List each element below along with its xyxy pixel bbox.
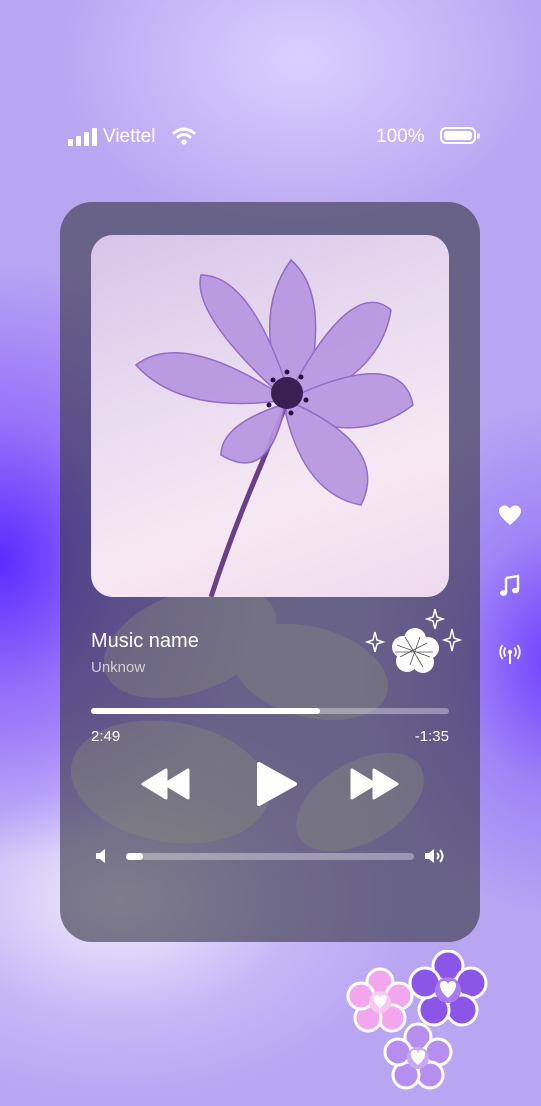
- volume-low-icon: [96, 849, 105, 863]
- artist-name: Unknow: [91, 659, 146, 676]
- fast-forward-icon: [350, 768, 399, 800]
- volume-slider[interactable]: [126, 853, 414, 860]
- play-button[interactable]: [253, 760, 299, 808]
- album-art: [91, 235, 449, 597]
- purple-flower: [408, 950, 488, 1027]
- heart-icon[interactable]: [498, 504, 522, 528]
- volume-high-icon: [425, 849, 444, 863]
- player-card: Music name Unknow 2:49 -1:35: [60, 202, 480, 942]
- status-bar: Viettel 100%: [0, 124, 541, 150]
- signal-icon: [68, 128, 98, 146]
- broadcast-icon[interactable]: [498, 642, 522, 666]
- battery-percent: 100%: [376, 126, 425, 147]
- carrier-name: Viettel: [103, 126, 156, 147]
- decorative-flowers: [346, 950, 488, 1090]
- sparkle-flower-sticker: [365, 608, 463, 673]
- play-icon: [257, 762, 297, 806]
- lilac-flower: [383, 1022, 453, 1090]
- rewind-button[interactable]: [140, 764, 192, 804]
- fast-forward-button[interactable]: [348, 764, 400, 804]
- progress-bar[interactable]: [91, 708, 449, 714]
- elapsed-time: 2:49: [91, 728, 121, 745]
- wifi-icon: [172, 127, 196, 145]
- battery-icon: [440, 127, 480, 144]
- pink-flower: [346, 967, 414, 1033]
- music-note-icon[interactable]: [498, 574, 522, 598]
- rewind-icon: [141, 768, 190, 800]
- remaining-time: -1:35: [414, 728, 449, 745]
- song-title: Music name: [91, 630, 199, 652]
